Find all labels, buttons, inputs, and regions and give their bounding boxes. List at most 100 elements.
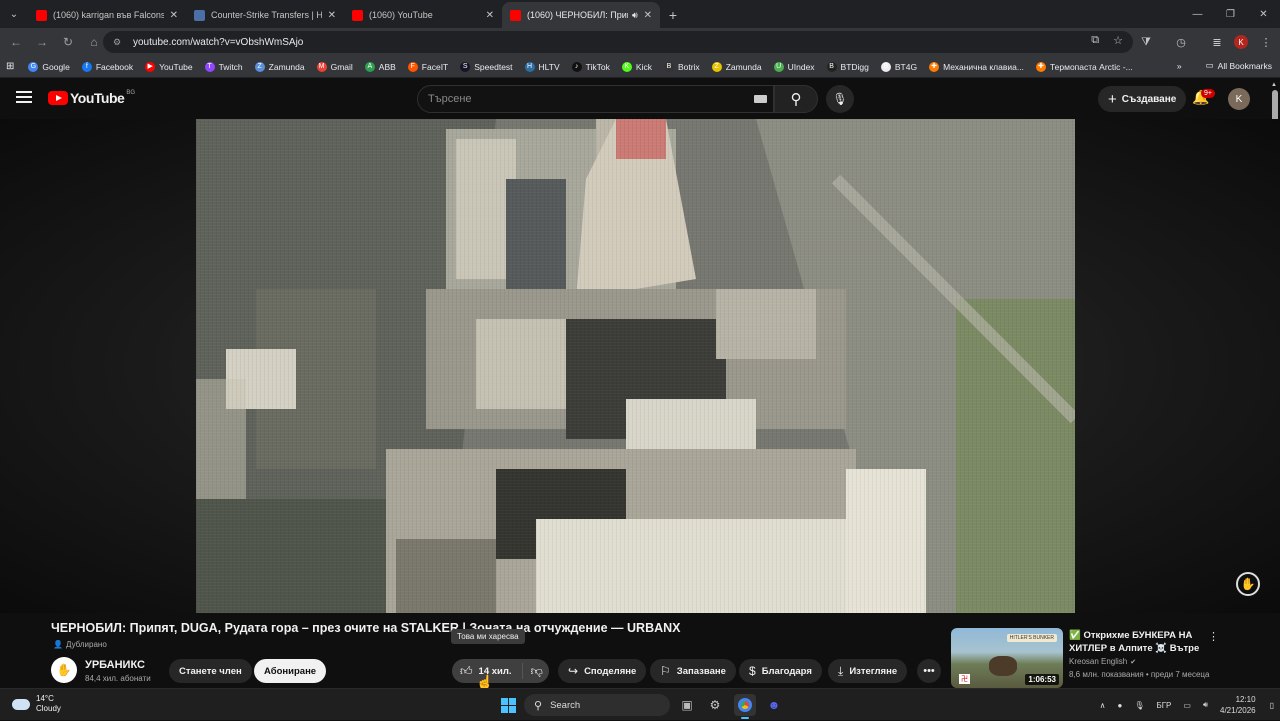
bookmark-item[interactable]: ♪ TikTok [571, 61, 610, 72]
bookmark-item[interactable]: B BT4G [880, 61, 917, 72]
history-icon[interactable]: ◷ [1169, 30, 1193, 54]
thumbnail-barrel [989, 656, 1017, 676]
channel-name[interactable]: УРБАНИКС [85, 659, 145, 671]
taskbar-search[interactable]: ⚲ Search [524, 694, 670, 716]
volume-icon[interactable]: 🔊︎ [1203, 700, 1208, 710]
discord-icon[interactable]: ☻ [763, 694, 785, 716]
account-avatar[interactable]: K [1228, 88, 1250, 110]
bookmark-favicon-icon: B [826, 61, 837, 72]
tab-close-icon[interactable]: ✕ [644, 10, 652, 21]
minimize-icon[interactable]: — [1181, 0, 1214, 28]
bookmark-item[interactable]: U UIndex [773, 61, 815, 72]
address-bar[interactable]: ⚙ youtube.com/watch?v=vObshWmSAjo ⧉ ☆ [103, 31, 1133, 53]
bookmark-item[interactable]: f Facebook [81, 61, 134, 72]
youtube-logo[interactable]: YouTube BG [48, 90, 135, 106]
bookmark-label: Kick [635, 61, 652, 72]
tab-close-icon[interactable]: ✕ [486, 10, 494, 21]
tab-close-icon[interactable]: ✕ [328, 10, 336, 21]
menu-icon[interactable] [16, 91, 32, 103]
bookmark-item[interactable]: M Gmail [316, 61, 353, 72]
recommended-thumbnail[interactable]: HITLER'S BUNKER 卍 1:06:53 [951, 628, 1063, 688]
apps-grid-icon[interactable]: ⊞ [6, 61, 14, 72]
install-app-icon[interactable]: ⧉ [1091, 34, 1099, 47]
recommended-title[interactable]: ✅ Открихме БУНКЕРА НА ХИТЛЕР в Алпите ☠️… [1069, 629, 1209, 655]
bookmark-item[interactable]: T Twitch [204, 61, 243, 72]
tab-title: (1060) ЧЕРНОБИЛ: Припя [527, 10, 628, 20]
download-button[interactable]: ⤓ Изтегляне [828, 659, 908, 683]
tab-close-icon[interactable]: ✕ [170, 10, 178, 21]
network-icon[interactable]: ▭ [1183, 701, 1191, 710]
restore-icon[interactable]: ❐ [1214, 0, 1247, 28]
new-tab-button[interactable]: + [660, 2, 686, 28]
subscribe-button[interactable]: Абониране [254, 659, 327, 683]
video-player[interactable] [196, 119, 1075, 613]
keyboard-icon[interactable] [754, 95, 767, 103]
more-actions-button[interactable]: ••• [917, 659, 941, 683]
task-view-icon[interactable]: ▣ [676, 694, 698, 716]
clock[interactable]: 12:10 4/21/2026 [1220, 694, 1256, 716]
site-info-icon[interactable]: ⚙ [113, 37, 125, 48]
bookmark-item[interactable]: Z Zamunda [711, 61, 762, 72]
bookmark-item[interactable]: G Google [28, 61, 70, 72]
channel-watermark-icon[interactable]: ✋ [1236, 572, 1260, 596]
browser-tab[interactable]: (1060) YouTube ✕ [344, 2, 502, 28]
start-button[interactable] [497, 694, 519, 716]
notification-center-icon[interactable]: ▯ [1270, 701, 1274, 710]
bookmark-star-icon[interactable]: ☆ [1113, 34, 1123, 47]
notification-badge: 9+ [1201, 89, 1215, 98]
bookmark-item[interactable]: ✚ Термопаста Arctic -... [1035, 61, 1133, 72]
save-button[interactable]: ⚐ Запазване [650, 659, 736, 683]
search-button[interactable]: ⚲ [774, 85, 818, 113]
tab-audio-icon[interactable]: 🔊︎ [632, 10, 638, 21]
tab-favicon-icon [36, 9, 47, 21]
back-icon[interactable]: ← [4, 30, 28, 54]
bookmark-item[interactable]: B BTDigg [826, 61, 869, 72]
weather-widget[interactable]: 14°C Cloudy [12, 694, 61, 714]
search-input[interactable]: Търсене [417, 85, 774, 113]
create-button[interactable]: + Създаване [1098, 86, 1187, 112]
tab-title: (1060) YouTube [369, 10, 433, 20]
browser-tab[interactable]: (1060) karrigan във Falcons?! ✕ [28, 2, 186, 28]
channel-avatar[interactable]: ✋ [51, 657, 77, 683]
recommended-channel[interactable]: Kreosan English ✔ [1069, 657, 1136, 666]
browser-tab[interactable]: Counter-Strike Transfers | HLTV ✕ [186, 2, 344, 28]
profile-avatar[interactable]: K [1229, 30, 1253, 54]
bookmark-label: Facebook [95, 61, 134, 72]
bookmark-item[interactable]: ✚ Механична клавиа... [929, 61, 1024, 72]
language-indicator[interactable]: БГР [1156, 701, 1171, 710]
forward-icon[interactable]: → [30, 30, 54, 54]
tray-mic-icon[interactable]: 🎙 [1134, 701, 1144, 710]
system-tray: ∧ ● 🎙 БГР ▭ 🔊︎ 12:10 4/21/2026 ▯ [1100, 689, 1280, 721]
tray-app-icon[interactable]: ● [1117, 701, 1122, 710]
dislike-button[interactable]: 👎︎ [523, 664, 543, 679]
bookmark-item[interactable]: S Speedtest [460, 61, 513, 72]
bookmark-item[interactable]: A ABB [364, 61, 396, 72]
bookmark-item[interactable]: B Botrix [663, 61, 700, 72]
url-text[interactable]: youtube.com/watch?v=vObshWmSAjo [133, 37, 303, 48]
bookmark-item[interactable]: Z Zamunda [254, 61, 305, 72]
tab-search-chevron-icon[interactable]: ⌄ [0, 0, 28, 28]
bookmark-item[interactable]: F FaceIT [407, 61, 448, 72]
share-button[interactable]: ↪ Споделяне [558, 659, 647, 683]
voice-search-button[interactable]: 🎙 [826, 85, 854, 113]
steam-icon[interactable]: ⚙ [704, 694, 726, 716]
reload-icon[interactable]: ↻ [56, 30, 80, 54]
media-controls-icon[interactable]: ≣ [1205, 30, 1229, 54]
browser-tab[interactable]: (1060) ЧЕРНОБИЛ: Припя 🔊︎ ✕ [502, 2, 660, 28]
bookmark-item[interactable]: H HLTV [524, 61, 560, 72]
all-bookmarks-link[interactable]: All Bookmarks [1218, 61, 1272, 71]
recommended-menu-icon[interactable]: ⋮ [1208, 630, 1219, 643]
chrome-icon[interactable] [734, 694, 756, 716]
bookmark-item[interactable]: ▶ YouTube [145, 61, 193, 72]
browser-menu-icon[interactable]: ⋮ [1254, 30, 1278, 54]
thumbs-up-icon: 👍︎ [460, 663, 473, 678]
bookmark-item[interactable]: K Kick [621, 61, 652, 72]
tray-overflow-icon[interactable]: ∧ [1100, 701, 1106, 710]
join-button[interactable]: Станете член [169, 659, 252, 683]
scroll-up-arrow-icon[interactable]: ▲ [1271, 82, 1277, 88]
close-window-icon[interactable]: ✕ [1247, 0, 1280, 28]
thanks-button[interactable]: $ Благодаря [739, 659, 822, 683]
bookmark-favicon-icon: ▶ [145, 61, 156, 72]
extensions-icon[interactable]: ⧩ [1134, 30, 1158, 54]
chevron-right-icon[interactable]: » [1177, 61, 1182, 71]
